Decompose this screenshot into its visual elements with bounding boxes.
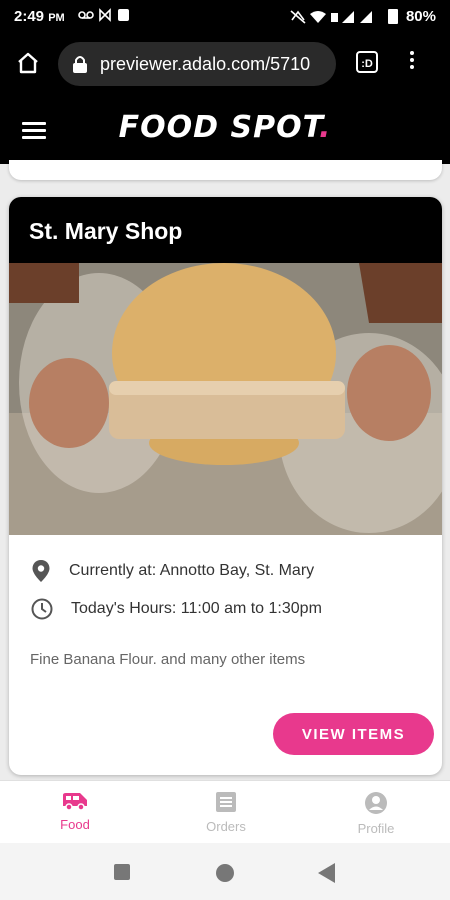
clock-icon [31, 598, 53, 620]
shop-card: St. Mary Shop Currently at: Annotto Bay,… [9, 197, 442, 775]
more-options-icon[interactable] [405, 48, 419, 72]
shop-image [9, 263, 442, 535]
browser-toolbar: previewer.adalo.com/5710 :D [0, 34, 450, 96]
account-icon [365, 792, 387, 814]
logo-dot: . [318, 110, 332, 145]
dough-rolling-photo [9, 263, 442, 535]
battery-icon [387, 9, 398, 24]
lock-icon [72, 55, 88, 78]
address-bar[interactable]: previewer.adalo.com/5710 [58, 42, 336, 86]
hours-row: Today's Hours: 11:00 am to 1:30pm [31, 598, 322, 620]
status-time: 2:49 PM [14, 8, 65, 25]
list-icon [216, 792, 236, 812]
back-button[interactable] [318, 863, 335, 883]
status-bar: 2:49 PM 80% [0, 0, 450, 34]
notification-icons [78, 8, 138, 25]
status-right: 80% [290, 8, 436, 25]
nav-profile[interactable]: Profile [336, 791, 416, 836]
nav-profile-label: Profile [357, 821, 395, 836]
nav-food[interactable]: Food [35, 791, 115, 832]
shop-description: Fine Banana Flour. and many other items [30, 651, 306, 668]
van-icon [63, 793, 87, 811]
location-row: Currently at: Annotto Bay, St. Mary [31, 559, 314, 583]
app-logo: FOOD SPOT. [0, 110, 450, 145]
system-navigation-bar [0, 843, 450, 900]
app-header: FOOD SPOT. [0, 96, 450, 164]
nav-orders[interactable]: Orders [186, 791, 266, 834]
recents-button[interactable] [114, 864, 130, 880]
notification-icon-group [78, 8, 129, 22]
location-text: Currently at: Annotto Bay, St. Mary [69, 562, 315, 579]
nav-orders-label: Orders [206, 819, 246, 834]
nav-food-label: Food [60, 817, 90, 832]
previous-card-edge [9, 160, 442, 180]
bottom-navigation: Food Orders Profile [0, 780, 450, 843]
location-pin-icon [32, 560, 50, 582]
view-items-button[interactable]: VIEW ITEMS [273, 713, 434, 755]
hours-text: Today's Hours: 11:00 am to 1:30pm [71, 600, 322, 617]
address-url[interactable]: previewer.adalo.com/5710 [100, 54, 330, 75]
home-icon[interactable] [16, 52, 40, 79]
home-button[interactable] [216, 864, 234, 882]
shop-name: St. Mary Shop [9, 197, 442, 263]
logo-text: FOOD SPOT [118, 110, 319, 145]
tab-switcher-button[interactable]: :D [356, 51, 378, 73]
status-indicator-icons [290, 9, 372, 24]
battery-level: 80% [405, 8, 436, 25]
